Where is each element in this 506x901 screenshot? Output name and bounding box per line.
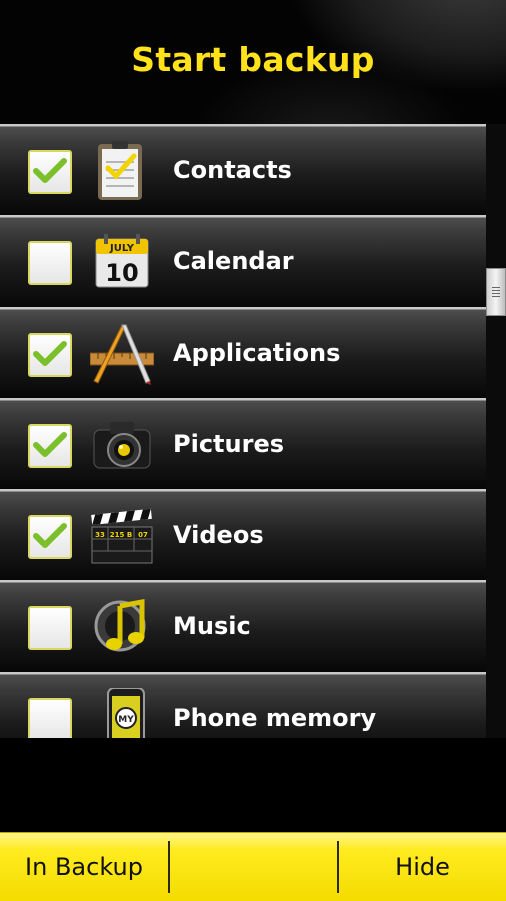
checkbox-music[interactable]: [28, 606, 72, 651]
checkbox-phone-memory[interactable]: [28, 697, 72, 738]
checkbox-calendar[interactable]: [28, 241, 72, 286]
softkey-middle[interactable]: [170, 833, 337, 901]
scrollbar-track[interactable]: [486, 124, 506, 738]
checkbox-videos[interactable]: [28, 515, 72, 560]
item-label: Pictures: [173, 429, 284, 458]
hide-button[interactable]: Hide: [339, 833, 506, 901]
clapper-scene-text: 33: [95, 531, 105, 539]
applications-pencil-ruler-icon: [90, 324, 154, 385]
checkbox-pictures[interactable]: [28, 423, 72, 468]
list-item[interactable]: Applications: [0, 306, 486, 398]
clapperboard-icon: 33 215 B 07: [91, 508, 153, 564]
list-item[interactable]: MY Phone memory: [0, 671, 486, 738]
backup-list[interactable]: Contacts JULY 10 Calendar Applications P…: [0, 124, 486, 738]
phone-memory-icon: MY: [107, 687, 145, 738]
phone-badge-text: MY: [118, 715, 134, 725]
camera-icon: [93, 421, 151, 469]
item-label: Music: [173, 612, 251, 641]
item-label: Videos: [173, 521, 264, 550]
calendar-month-text: JULY: [109, 243, 135, 254]
item-label: Calendar: [173, 247, 294, 276]
item-label: Applications: [173, 338, 341, 367]
item-label: Phone memory: [173, 703, 377, 732]
checkbox-applications[interactable]: [28, 332, 72, 377]
bottom-bar: In Backup Hide: [0, 832, 506, 901]
list-item[interactable]: Music: [0, 580, 486, 672]
clapper-take-text: 215 B: [110, 531, 132, 539]
calendar-day-text: 10: [105, 259, 138, 287]
list-item[interactable]: 33 215 B 07 Videos: [0, 489, 486, 581]
list-item[interactable]: Pictures: [0, 397, 486, 490]
clipboard-icon: [98, 141, 142, 200]
checkbox-contacts[interactable]: [28, 150, 72, 194]
item-label: Contacts: [173, 156, 292, 184]
clapper-roll-text: 07: [138, 531, 148, 539]
in-backup-button[interactable]: In Backup: [0, 833, 168, 901]
calendar-icon: JULY 10: [95, 234, 149, 288]
page-title: Start backup: [131, 40, 375, 79]
music-note-icon: [94, 599, 146, 652]
list-item[interactable]: Contacts: [0, 124, 486, 216]
scrollbar-thumb[interactable]: [486, 268, 506, 316]
list-item[interactable]: JULY 10 Calendar: [0, 215, 486, 307]
